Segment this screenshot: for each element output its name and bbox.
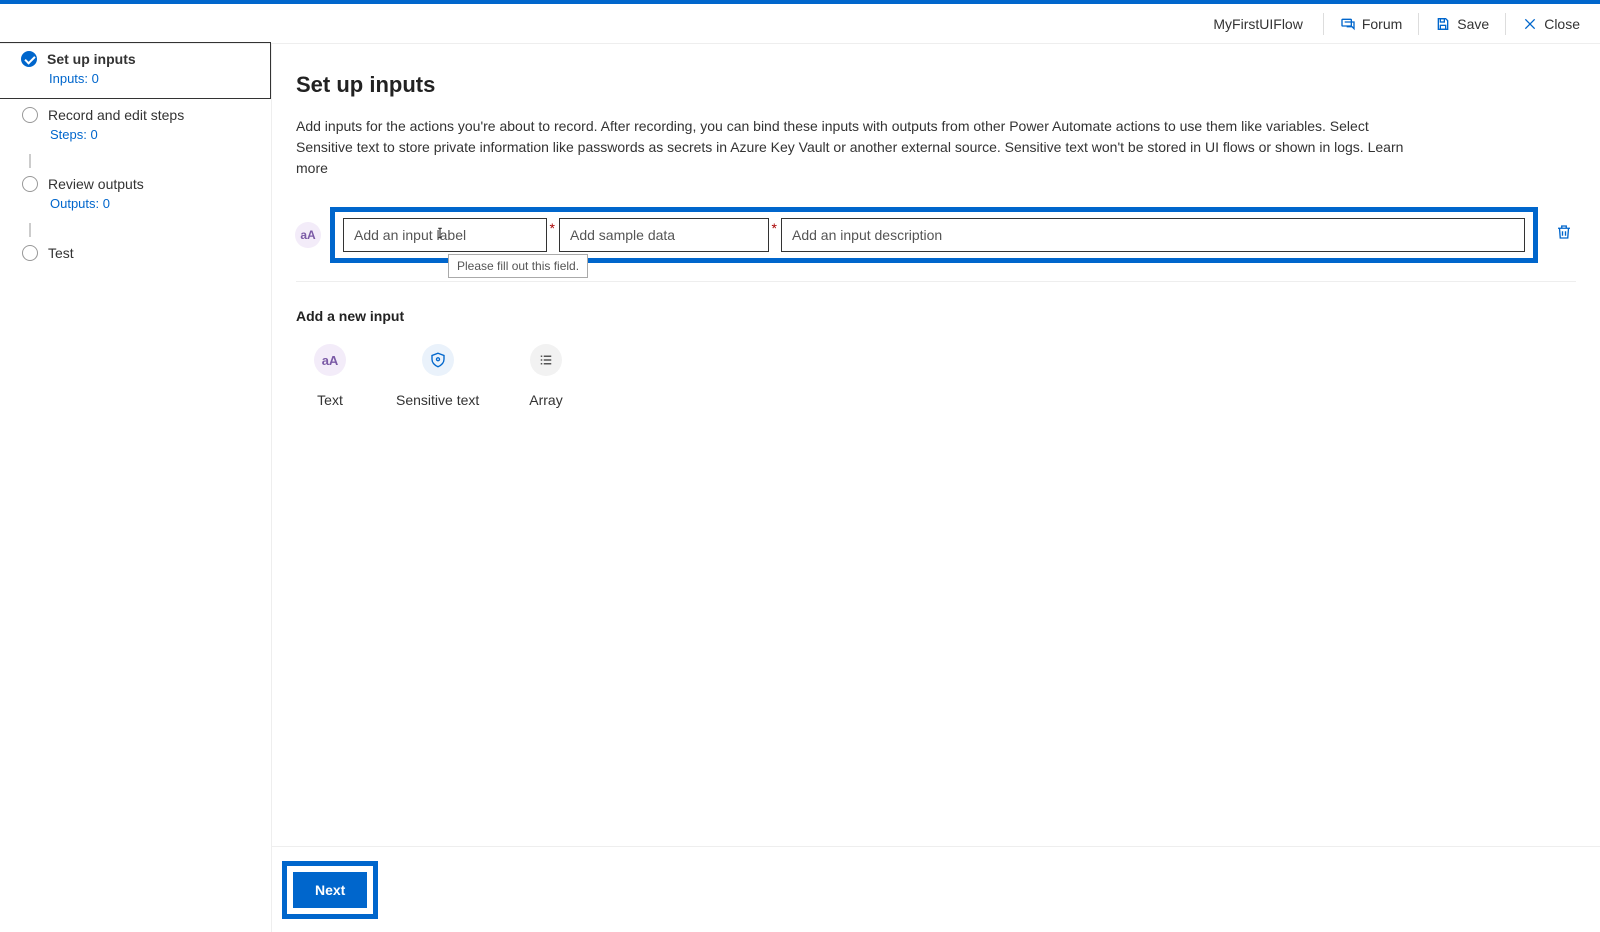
separator <box>1323 13 1324 35</box>
required-asterisk: * <box>772 220 777 236</box>
step-test[interactable]: Test <box>0 237 271 273</box>
sidebar: Set up inputs Inputs: 0 Record and edit … <box>0 44 272 932</box>
input-type-label: Array <box>529 392 562 408</box>
close-icon <box>1522 16 1538 32</box>
validation-tooltip: Please fill out this field. <box>448 254 588 278</box>
forum-label: Forum <box>1362 16 1402 32</box>
step-marker-icon <box>22 245 38 261</box>
input-type-label: Sensitive text <box>396 392 479 408</box>
required-asterisk: * <box>550 220 555 236</box>
input-label-field[interactable] <box>343 218 547 252</box>
footer: Next <box>272 846 1600 932</box>
sample-data-field[interactable] <box>559 218 769 252</box>
step-title-label: Test <box>48 245 74 261</box>
page-title: Set up inputs <box>296 72 1576 98</box>
text-type-badge-icon: aA <box>295 222 321 248</box>
input-type-selector: aA Text Sensitive text Array <box>296 344 1576 408</box>
input-row: aA * Please fill out this field. * <box>330 207 1538 263</box>
add-new-input-title: Add a new input <box>296 308 1576 324</box>
separator <box>1418 13 1419 35</box>
step-connector <box>29 223 31 237</box>
close-button[interactable]: Close <box>1512 10 1590 38</box>
step-title-label: Set up inputs <box>47 51 136 67</box>
forum-button[interactable]: Forum <box>1330 10 1412 38</box>
step-title-label: Record and edit steps <box>48 107 184 123</box>
step-marker-icon <box>22 176 38 192</box>
save-button[interactable]: Save <box>1425 10 1499 38</box>
trash-icon <box>1555 222 1573 242</box>
input-type-label: Text <box>317 392 343 408</box>
main-content: Set up inputs Add inputs for the actions… <box>272 44 1600 932</box>
step-record-edit[interactable]: Record and edit steps Steps: 0 <box>0 99 271 154</box>
list-icon <box>530 344 562 376</box>
topbar: MyFirstUIFlow Forum Save Close <box>0 4 1600 44</box>
input-type-array[interactable]: Array <box>529 344 562 408</box>
step-sub-label: Outputs: 0 <box>50 196 259 211</box>
step-connector <box>29 154 31 168</box>
text-type-icon: aA <box>314 344 346 376</box>
save-icon <box>1435 16 1451 32</box>
step-sub-label: Inputs: 0 <box>49 71 258 86</box>
divider <box>296 281 1576 282</box>
forum-icon <box>1340 16 1356 32</box>
close-label: Close <box>1544 16 1580 32</box>
step-marker-icon <box>22 107 38 123</box>
flow-title: MyFirstUIFlow <box>1213 16 1302 32</box>
step-title-label: Review outputs <box>48 176 144 192</box>
shield-icon <box>422 344 454 376</box>
separator <box>1505 13 1506 35</box>
step-marker-complete-icon <box>21 51 37 67</box>
step-setup-inputs[interactable]: Set up inputs Inputs: 0 <box>0 42 271 99</box>
input-type-sensitive[interactable]: Sensitive text <box>396 344 479 408</box>
page-description: Add inputs for the actions you're about … <box>296 116 1426 179</box>
input-type-text[interactable]: aA Text <box>314 344 346 408</box>
step-sub-label: Steps: 0 <box>50 127 259 142</box>
step-review-outputs[interactable]: Review outputs Outputs: 0 <box>0 168 271 223</box>
input-description-field[interactable] <box>781 218 1525 252</box>
next-button-highlight: Next <box>282 861 378 919</box>
delete-input-button[interactable] <box>1555 222 1573 247</box>
next-button[interactable]: Next <box>293 872 367 908</box>
save-label: Save <box>1457 16 1489 32</box>
